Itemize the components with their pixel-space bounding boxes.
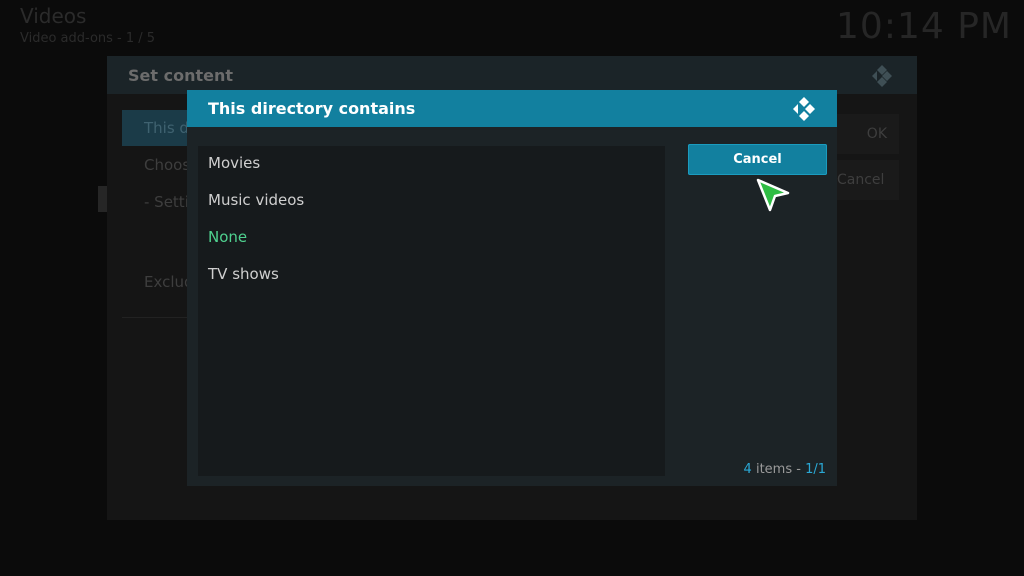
directory-contains-dialog: This directory contains Movies Music vid…	[187, 90, 837, 486]
set-cancel-button[interactable]: Cancel	[837, 160, 899, 200]
dialog-header: This directory contains	[187, 90, 837, 127]
items-count-number: 4	[743, 462, 752, 477]
mouse-pointer-icon	[756, 178, 792, 218]
option-none[interactable]: None	[208, 222, 247, 252]
cancel-button[interactable]: Cancel	[688, 144, 827, 175]
set-content-title: Set content	[128, 66, 233, 85]
kodi-logo-icon	[869, 64, 895, 92]
set-content-header: Set content	[107, 56, 917, 94]
ok-button[interactable]: OK	[837, 114, 899, 154]
option-movies[interactable]: Movies	[208, 148, 260, 178]
options-list: Movies Music videos None TV shows	[198, 146, 665, 476]
side-tab	[98, 186, 107, 212]
items-count: 4 items - 1/1	[744, 462, 826, 477]
set-cancel-label: Cancel	[837, 172, 885, 188]
kodi-logo-icon	[791, 96, 817, 126]
dialog-title: This directory contains	[208, 99, 416, 118]
option-tv-shows[interactable]: TV shows	[208, 259, 279, 289]
ok-label: OK	[866, 126, 887, 142]
setting-item-provider[interactable]: Choose information provider	[122, 147, 196, 183]
items-count-page: 1/1	[805, 462, 826, 477]
setting-item-directory[interactable]: This directory contains	[122, 110, 196, 146]
option-music-videos[interactable]: Music videos	[208, 185, 304, 215]
items-count-text: items -	[755, 462, 801, 477]
window-subtitle: Video add-ons - 1 / 5	[20, 31, 156, 46]
window-title: Videos	[20, 4, 87, 28]
setting-item-exclude[interactable]: Exclude path from library updates	[122, 264, 196, 300]
setting-item-settings[interactable]: - Settings	[122, 184, 196, 220]
clock: 10:14 PM	[836, 6, 1012, 47]
